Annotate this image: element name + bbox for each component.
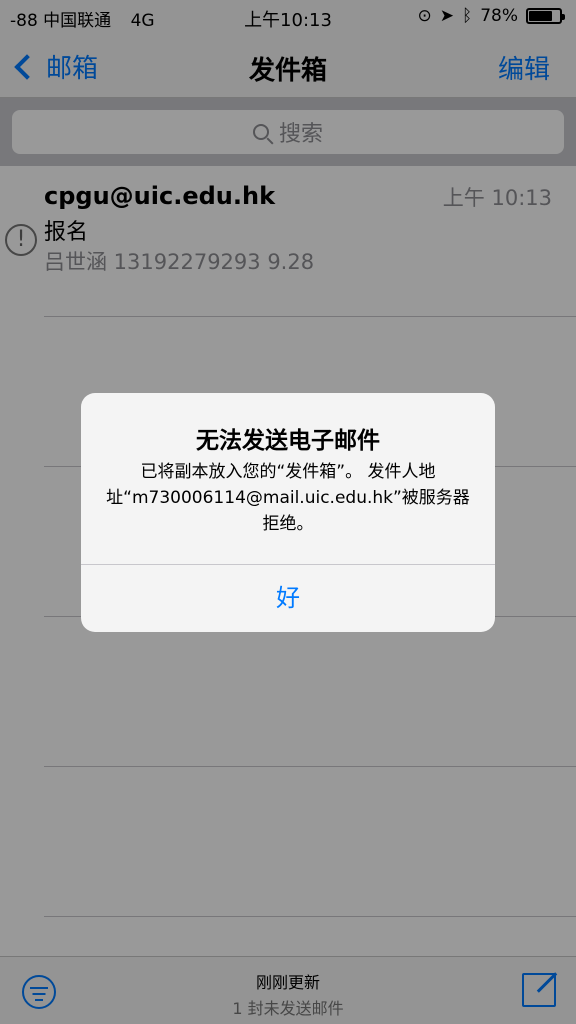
alert-message: 已将副本放入您的“发件箱”。 发件人地址“m730006114@mail.uic…	[106, 462, 470, 534]
ok-button[interactable]: 好	[81, 565, 495, 632]
alert-title: 无法发送电子邮件	[196, 428, 380, 454]
alert-dialog: 无法发送电子邮件 已将副本放入您的“发件箱”。 发件人地址“m730006114…	[81, 393, 495, 632]
